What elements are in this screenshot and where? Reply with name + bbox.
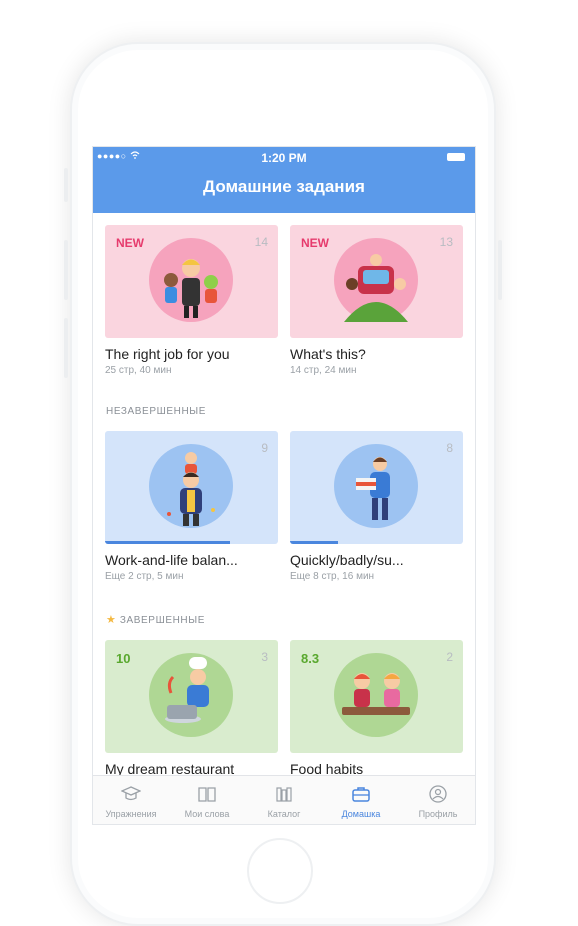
homework-card[interactable]: 9 Work-and-life balan... Еще 2 стр, 5 ми… xyxy=(105,431,278,582)
homework-card[interactable]: NEW 13 What's this? 14 стр, 24 мин xyxy=(290,225,463,376)
family-illustration-icon xyxy=(167,452,215,526)
page-title: Домашние задания xyxy=(203,177,365,196)
card-thumbnail: 9 xyxy=(105,431,278,544)
page-count: 3 xyxy=(261,650,268,664)
books-illustration-icon xyxy=(356,457,390,520)
homework-card[interactable]: 10 3 My dream restaurant xyxy=(105,640,278,776)
open-book-icon xyxy=(198,787,216,802)
kids-eating-illustration-icon xyxy=(342,673,410,715)
tab-homework[interactable]: Домашка xyxy=(323,776,399,824)
card-thumbnail: 10 3 xyxy=(105,640,278,753)
tab-bar: Упражнения Мои слова Каталог Домашка Про… xyxy=(93,775,475,824)
card-title: The right job for you xyxy=(105,346,230,362)
tab-label: Каталог xyxy=(267,809,301,819)
page-count: 13 xyxy=(439,235,453,249)
section-complete-heading: ★ ЗАВЕРШЕННЫЕ xyxy=(106,614,205,626)
score-badge: 10 xyxy=(116,651,131,666)
tab-label: Мои слова xyxy=(184,809,230,819)
page-count: 14 xyxy=(254,235,268,249)
card-title: Work-and-life balan... xyxy=(105,552,238,568)
header-bar: ●●●●○ 1:20 PM Домашние задания xyxy=(93,147,475,213)
page-count: 8 xyxy=(446,441,453,455)
home-button[interactable] xyxy=(247,838,313,904)
card-subtitle: Еще 2 стр, 5 мин xyxy=(105,571,184,582)
card-subtitle: 25 стр, 40 мин xyxy=(105,365,172,376)
tab-my-words[interactable]: Мои слова xyxy=(169,776,245,824)
card-title: What's this? xyxy=(290,346,366,362)
briefcase-icon xyxy=(352,787,370,802)
new-badge: NEW xyxy=(301,236,329,250)
progress-bar xyxy=(105,541,230,544)
progress-bar xyxy=(290,541,339,544)
power-button xyxy=(498,240,502,300)
card-thumbnail: 8.3 2 xyxy=(290,640,463,753)
page-count: 9 xyxy=(261,441,268,455)
card-subtitle: 14 стр, 24 мин xyxy=(290,365,357,376)
chef-illustration-icon xyxy=(165,657,209,723)
tab-label: Домашка xyxy=(341,809,381,819)
homework-card[interactable]: 8.3 2 Food habits xyxy=(290,640,463,776)
card-thumbnail: NEW 13 xyxy=(290,225,463,338)
tab-label: Упражнения xyxy=(105,809,157,819)
app-screen: ●●●●○ 1:20 PM Домашние задания NEW 14 Th… xyxy=(92,146,476,825)
homework-card[interactable]: 8 Quickly/badly/su... Еще 8 стр, 16 мин xyxy=(290,431,463,582)
homework-list[interactable]: NEW 14 The right job for you 25 стр, 40 … xyxy=(93,213,475,776)
graduation-cap-icon xyxy=(121,786,141,801)
battery-icon xyxy=(447,153,465,161)
card-thumbnail: NEW 14 xyxy=(105,225,278,338)
tab-profile[interactable]: Профиль xyxy=(400,776,475,824)
star-icon: ★ xyxy=(106,614,117,626)
new-badge: NEW xyxy=(116,236,144,250)
tab-exercises[interactable]: Упражнения xyxy=(93,776,169,824)
volume-up-button xyxy=(64,240,68,300)
page-count: 2 xyxy=(446,650,453,664)
mute-switch xyxy=(64,168,68,202)
homework-card[interactable]: NEW 14 The right job for you 25 стр, 40 … xyxy=(105,225,278,376)
card-title: Quickly/badly/su... xyxy=(290,552,404,568)
status-bar: ●●●●○ 1:20 PM xyxy=(93,147,475,169)
kids-illustration-icon xyxy=(344,254,408,322)
tab-label: Профиль xyxy=(418,809,458,819)
tab-catalog[interactable]: Каталог xyxy=(246,776,322,824)
user-circle-icon xyxy=(429,785,447,803)
card-title: Food habits xyxy=(290,761,364,776)
volume-down-button xyxy=(64,318,68,378)
score-badge: 8.3 xyxy=(301,651,320,666)
status-time: 1:20 PM xyxy=(261,151,307,165)
section-incomplete-heading: НЕЗАВЕРШЕННЫЕ xyxy=(106,406,206,417)
job-illustration-icon xyxy=(164,259,218,318)
bookshelf-icon xyxy=(276,787,292,802)
card-subtitle: Еще 8 стр, 16 мин xyxy=(290,571,375,582)
card-title: My dream restaurant xyxy=(105,761,235,776)
card-thumbnail: 8 xyxy=(290,431,463,544)
